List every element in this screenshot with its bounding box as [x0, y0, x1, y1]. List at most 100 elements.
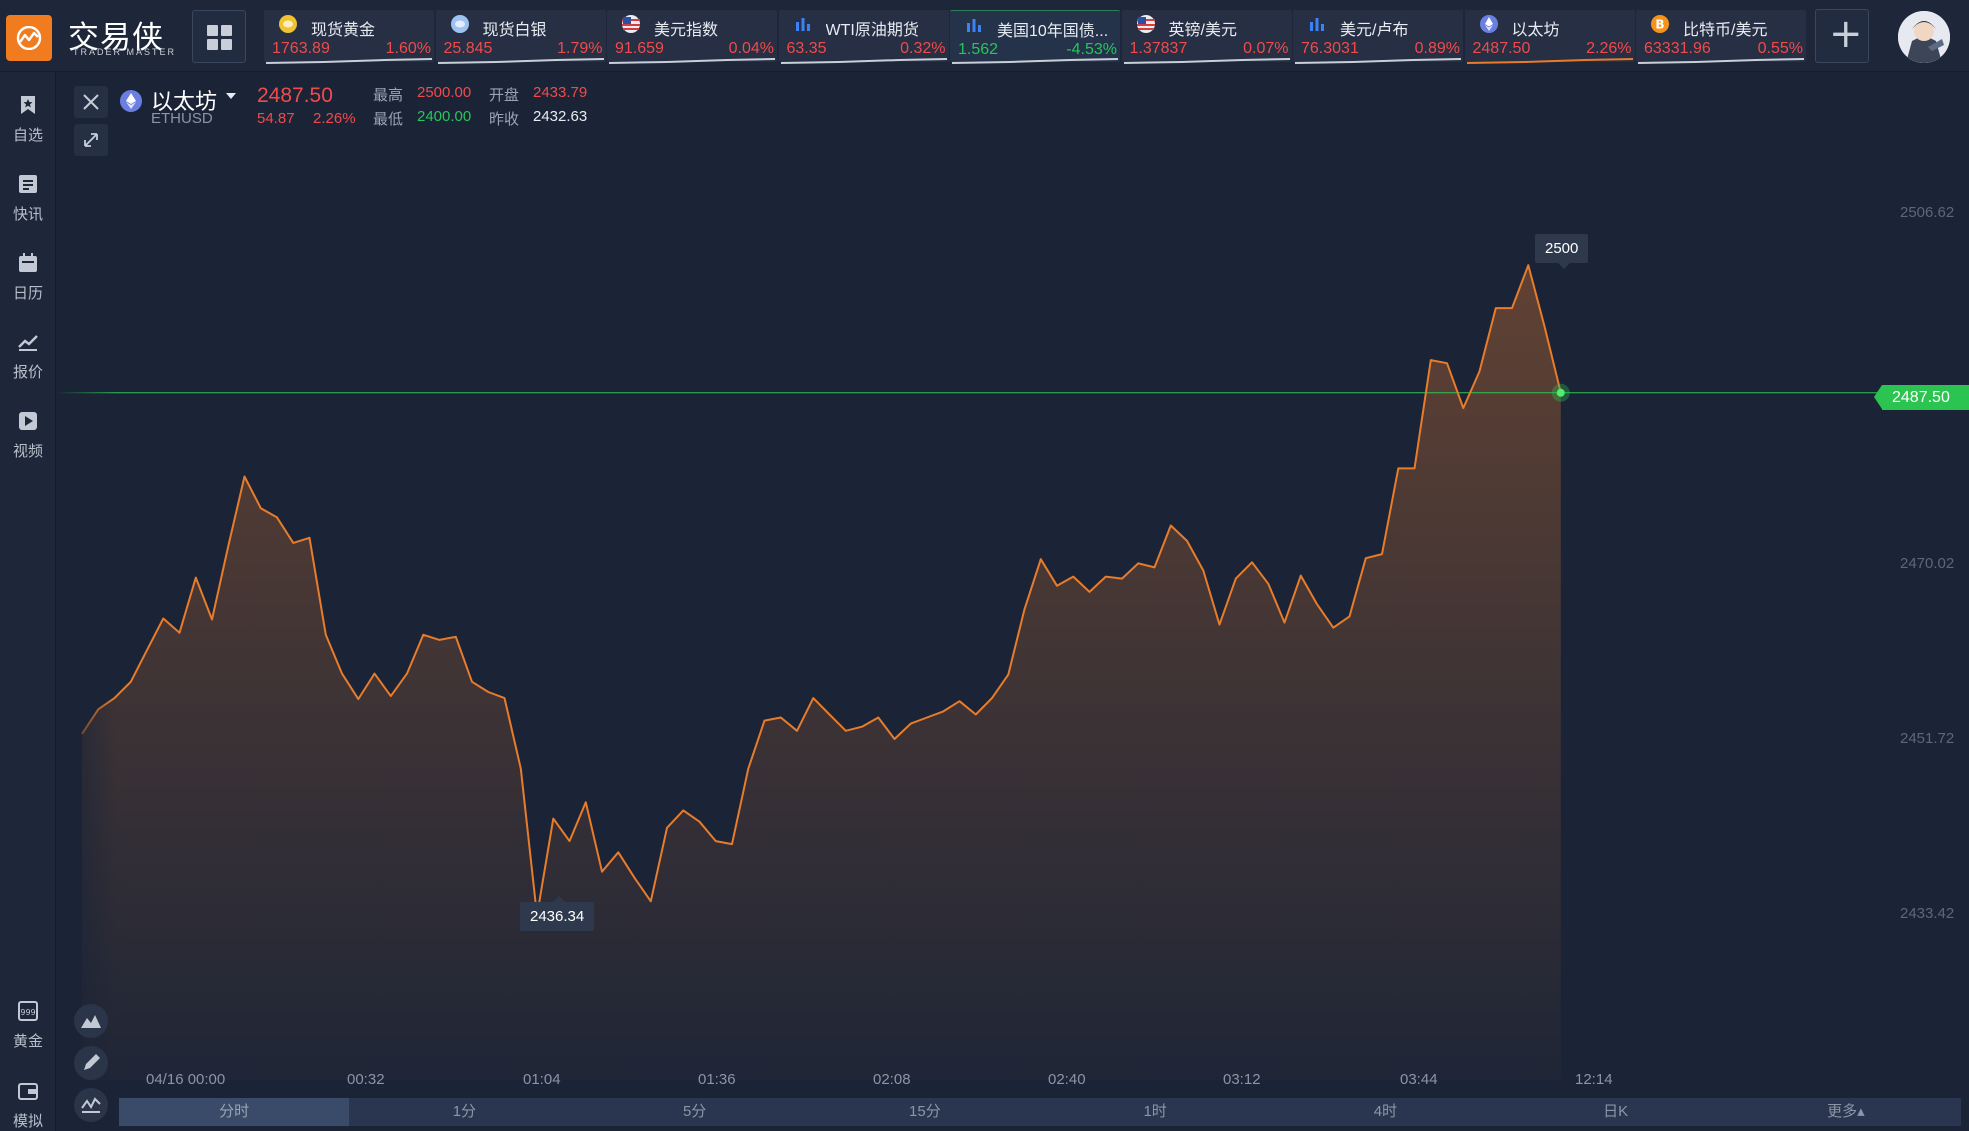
ticker-name: 以太坊	[1511, 22, 1560, 39]
ticker-change: 0.32%	[900, 40, 946, 57]
plus-icon: +	[1829, 11, 1863, 57]
indicator-button[interactable]	[74, 1088, 108, 1122]
ticker-card[interactable]: 现货白银 25.845 1.79%	[435, 10, 606, 64]
ticker-price: 25.845	[443, 40, 493, 57]
y-tick-label: 2451.72	[1900, 730, 1955, 747]
ticker-card[interactable]: 美国10年国债... 1.562 -4.53%	[950, 10, 1120, 64]
period-tab[interactable]: 分时	[119, 1098, 350, 1126]
ticker-price: 2487.50	[1472, 40, 1531, 57]
ticker-price: 76.3031	[1301, 40, 1359, 57]
close-chart-button[interactable]	[74, 86, 108, 118]
ticker-name: 美国10年国债...	[997, 23, 1109, 40]
bar-chart-icon	[793, 14, 813, 34]
ticker-card[interactable]: 美元/卢布 76.3031 0.89%	[1293, 10, 1463, 64]
ticker-change: -4.53%	[1066, 41, 1117, 58]
ticker-change: 1.60%	[385, 40, 431, 57]
ticker-sparkline	[1637, 58, 1805, 64]
period-selector: 分时 1分 5分 15分 1时 4时 日K 更多▴	[119, 1098, 1961, 1126]
add-ticker-button[interactable]: +	[1815, 9, 1869, 63]
ticker-price: 1763.89	[272, 40, 330, 57]
gold-coin-icon	[278, 14, 298, 34]
sidebar-item-video[interactable]: 视频	[0, 400, 56, 470]
close-icon	[83, 94, 99, 110]
period-tab[interactable]: 1时	[1040, 1098, 1270, 1126]
ticker-price: 91.659	[615, 40, 664, 57]
y-tick-label: 2470.02	[1900, 555, 1955, 572]
x-tick-label: 00:32	[347, 1071, 385, 1088]
symbol-price: 2487.50	[257, 84, 333, 107]
uk-flag-icon	[1136, 14, 1156, 34]
x-tick-label: 03:12	[1223, 1071, 1261, 1088]
ticker-name: 现货白银	[482, 22, 547, 39]
x-tick-label: 01:36	[698, 1071, 736, 1088]
period-tab[interactable]: 日K	[1501, 1098, 1731, 1126]
low-point-label: 2436.34	[520, 896, 595, 931]
period-tab[interactable]: 1分	[349, 1098, 579, 1126]
news-icon	[19, 175, 37, 193]
app-logo[interactable]	[6, 15, 52, 61]
ticker-change: 1.79%	[557, 40, 603, 57]
x-tick-label: 01:04	[523, 1071, 561, 1088]
period-tab[interactable]: 5分	[580, 1098, 810, 1126]
ticker-sparkline	[265, 58, 433, 64]
sidebar-item-label: 快讯	[12, 206, 43, 223]
sidebar-item-demo[interactable]: 模拟	[0, 1070, 56, 1131]
ticker-card[interactable]: 以太坊 2487.50 2.26%	[1464, 10, 1635, 64]
period-tab[interactable]: 更多▴	[1731, 1098, 1961, 1126]
collapse-icon	[84, 133, 98, 147]
line-chart-icon	[18, 335, 38, 351]
app-subtitle: TRADER MASTER	[73, 47, 177, 57]
y-tick-label: 2433.42	[1900, 905, 1955, 922]
ticker-change: 0.04%	[728, 40, 774, 57]
sidebar-item-watchlist[interactable]: 自选	[0, 84, 56, 154]
ticker-card[interactable]: 现货黄金 1763.89 1.60%	[264, 10, 434, 64]
chart-type-button[interactable]	[74, 1004, 108, 1038]
ticker-change: 0.55%	[1757, 40, 1803, 57]
bookmark-icon	[21, 96, 35, 114]
sidebar-item-label: 自选	[12, 127, 43, 144]
ticker-card[interactable]: B 比特币/美元 63331.96 0.55%	[1636, 10, 1806, 64]
sidebar-item-calendar[interactable]: 日历	[0, 242, 56, 312]
ticker-change: 2.26%	[1586, 40, 1632, 57]
ticker-name: 英镑/美元	[1168, 22, 1237, 39]
ethereum-icon	[120, 90, 142, 112]
sidebar-item-label: 报价	[12, 364, 43, 381]
low-label: 最低	[373, 111, 404, 128]
ticker-name: 美元指数	[654, 22, 719, 39]
bar-chart-icon	[964, 15, 984, 35]
grid-layout-button[interactable]	[192, 10, 246, 63]
ticker-sparkline	[1466, 58, 1633, 64]
ticker-sparkline	[780, 58, 947, 64]
x-tick-label: 02:40	[1048, 1071, 1086, 1088]
sidebar-item-gold[interactable]: 999 黄金	[0, 990, 56, 1060]
ticker-name: 现货黄金	[311, 22, 376, 39]
period-tab[interactable]: 4时	[1270, 1098, 1500, 1126]
sidebar-item-label: 日历	[12, 285, 43, 302]
user-avatar-icon	[1898, 11, 1950, 63]
period-tab[interactable]: 15分	[810, 1098, 1040, 1126]
open-label: 开盘	[489, 87, 520, 104]
avatar[interactable]	[1898, 11, 1950, 63]
symbol-change-pct: 2.26%	[313, 110, 356, 127]
chevron-down-icon[interactable]	[226, 93, 236, 99]
mountain-chart-icon	[81, 1015, 101, 1028]
ticker-change: 0.07%	[1243, 40, 1289, 57]
ticker-price: 1.562	[958, 41, 999, 58]
ticker-price: 63.35	[786, 40, 827, 57]
prev-close-value: 2432.63	[533, 108, 588, 125]
price-chart[interactable]	[56, 160, 1969, 1080]
ticker-card[interactable]: WTI原油期货 63.35 0.32%	[778, 10, 949, 64]
draw-tool-button[interactable]	[74, 1046, 108, 1080]
logo-icon	[16, 26, 42, 50]
x-tick-label: 02:08	[873, 1071, 911, 1088]
sidebar-item-quotes[interactable]: 报价	[0, 321, 56, 391]
x-tick-label: 03:44	[1400, 1071, 1438, 1088]
shrink-chart-button[interactable]	[74, 124, 108, 156]
x-tick-label: 04/16 00:00	[146, 1071, 226, 1088]
ticker-change: 0.89%	[1414, 40, 1460, 57]
ticker-card[interactable]: 美元指数 91.659 0.04%	[607, 10, 777, 64]
ticker-card[interactable]: 英镑/美元 1.37837 0.07%	[1121, 10, 1292, 64]
ticker-name: 比特币/美元	[1683, 22, 1768, 39]
sidebar-item-news[interactable]: 快讯	[0, 163, 56, 233]
ticker-sparkline	[951, 58, 1119, 64]
